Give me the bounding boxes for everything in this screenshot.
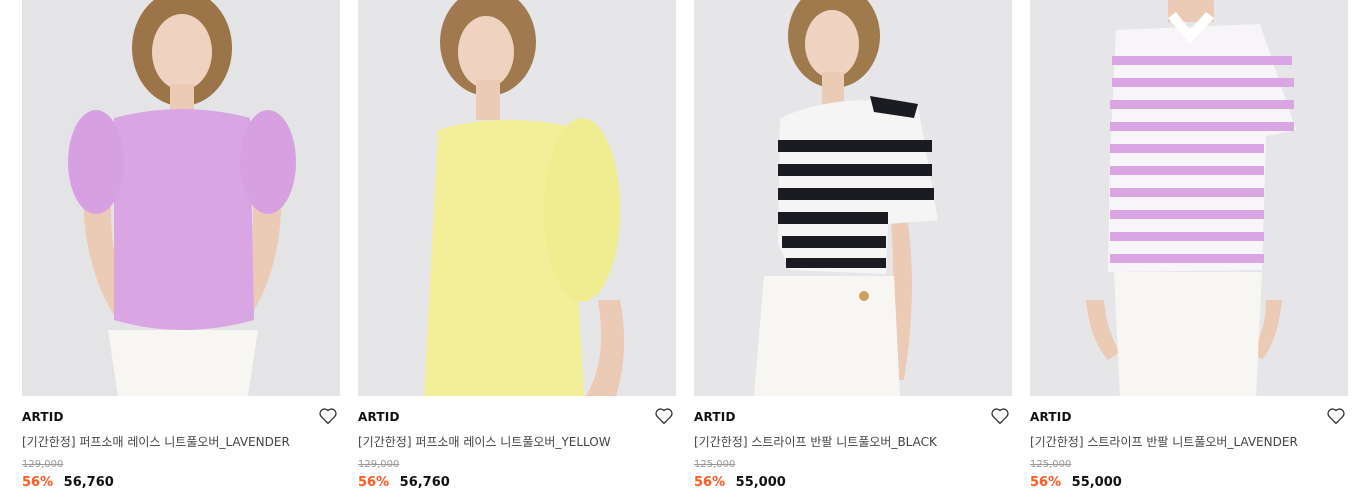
heart-outline-icon[interactable] <box>1326 407 1346 425</box>
product-name[interactable]: [기간한정] 퍼프소매 레이스 니트풀오버_YELLOW <box>358 433 611 450</box>
discount-rate: 56% <box>1030 475 1062 490</box>
price-row: 56% 55,000 <box>694 475 786 490</box>
price-row: 56% 56,760 <box>22 475 114 490</box>
original-price: 125,000 <box>1030 459 1072 470</box>
product-image[interactable] <box>358 0 676 396</box>
heart-outline-icon[interactable] <box>990 407 1010 425</box>
product-brand[interactable]: ARTID <box>22 410 64 424</box>
original-price: 125,000 <box>694 459 736 470</box>
discount-rate: 56% <box>358 475 390 490</box>
sale-price: 55,000 <box>735 475 786 490</box>
product-card[interactable]: ARTID [기간한정] 스트라이프 반팔 니트풀오버_LAVENDER 125… <box>1030 0 1348 497</box>
product-card[interactable]: ARTID [기간한정] 퍼프소매 레이스 니트풀오버_LAVENDER 129… <box>22 0 340 497</box>
heart-outline-icon[interactable] <box>318 407 338 425</box>
sale-price: 56,760 <box>63 475 114 490</box>
original-price: 129,000 <box>22 459 64 470</box>
product-name[interactable]: [기간한정] 스트라이프 반팔 니트풀오버_LAVENDER <box>1030 433 1298 450</box>
product-brand[interactable]: ARTID <box>358 410 400 424</box>
product-name[interactable]: [기간한정] 스트라이프 반팔 니트풀오버_BLACK <box>694 433 937 450</box>
original-price: 129,000 <box>358 459 400 470</box>
product-brand[interactable]: ARTID <box>1030 410 1072 424</box>
discount-rate: 56% <box>694 475 726 490</box>
product-grid: ARTID [기간한정] 퍼프소매 레이스 니트풀오버_LAVENDER 129… <box>0 0 1367 497</box>
product-card[interactable]: ARTID [기간한정] 스트라이프 반팔 니트풀오버_BLACK 125,00… <box>694 0 1012 497</box>
product-brand[interactable]: ARTID <box>694 410 736 424</box>
heart-outline-icon[interactable] <box>654 407 674 425</box>
product-name[interactable]: [기간한정] 퍼프소매 레이스 니트풀오버_LAVENDER <box>22 433 290 450</box>
price-row: 56% 56,760 <box>358 475 450 490</box>
discount-rate: 56% <box>22 475 54 490</box>
price-row: 56% 55,000 <box>1030 475 1122 490</box>
sale-price: 56,760 <box>399 475 450 490</box>
product-image[interactable] <box>1030 0 1348 396</box>
product-image[interactable] <box>22 0 340 396</box>
sale-price: 55,000 <box>1071 475 1122 490</box>
product-image[interactable] <box>694 0 1012 396</box>
product-card[interactable]: ARTID [기간한정] 퍼프소매 레이스 니트풀오버_YELLOW 129,0… <box>358 0 676 497</box>
